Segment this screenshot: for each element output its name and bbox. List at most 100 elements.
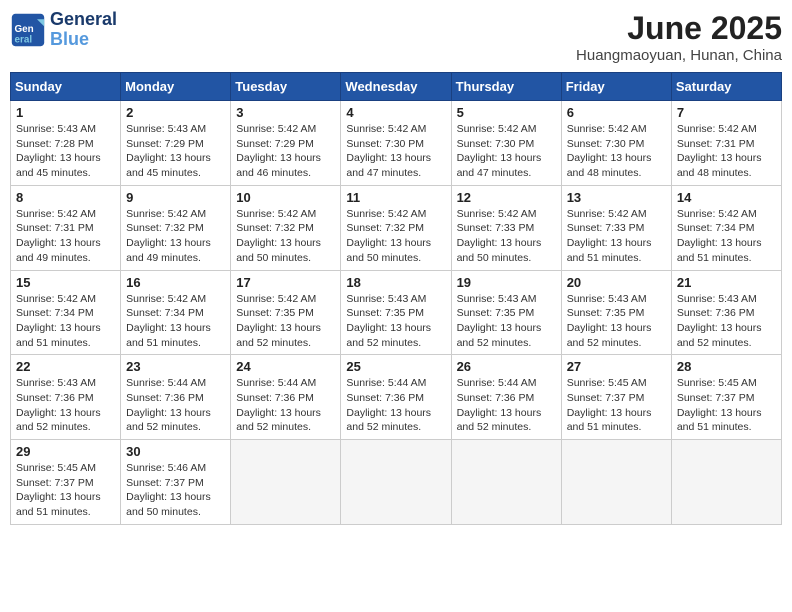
calendar-week-2: 8 Sunrise: 5:42 AM Sunset: 7:31 PM Dayli… xyxy=(11,185,782,270)
calendar-cell: 7 Sunrise: 5:42 AM Sunset: 7:31 PM Dayli… xyxy=(671,101,781,186)
day-info: Sunrise: 5:44 AM Sunset: 7:36 PM Dayligh… xyxy=(236,376,335,435)
day-number: 5 xyxy=(457,105,556,120)
calendar-cell: 18 Sunrise: 5:43 AM Sunset: 7:35 PM Dayl… xyxy=(341,270,451,355)
calendar-cell: 15 Sunrise: 5:42 AM Sunset: 7:34 PM Dayl… xyxy=(11,270,121,355)
day-info: Sunrise: 5:43 AM Sunset: 7:35 PM Dayligh… xyxy=(346,292,445,351)
day-info: Sunrise: 5:44 AM Sunset: 7:36 PM Dayligh… xyxy=(346,376,445,435)
calendar-week-1: 1 Sunrise: 5:43 AM Sunset: 7:28 PM Dayli… xyxy=(11,101,782,186)
day-number: 21 xyxy=(677,275,776,290)
page-header: Gen eral General Blue June 2025 Huangmao… xyxy=(10,10,782,64)
day-info: Sunrise: 5:42 AM Sunset: 7:33 PM Dayligh… xyxy=(567,207,666,266)
day-info: Sunrise: 5:45 AM Sunset: 7:37 PM Dayligh… xyxy=(16,461,115,520)
calendar-cell: 29 Sunrise: 5:45 AM Sunset: 7:37 PM Dayl… xyxy=(11,440,121,525)
day-info: Sunrise: 5:46 AM Sunset: 7:37 PM Dayligh… xyxy=(126,461,225,520)
weekday-header-tuesday: Tuesday xyxy=(231,73,341,101)
day-number: 14 xyxy=(677,190,776,205)
calendar-cell: 25 Sunrise: 5:44 AM Sunset: 7:36 PM Dayl… xyxy=(341,355,451,440)
day-info: Sunrise: 5:43 AM Sunset: 7:36 PM Dayligh… xyxy=(677,292,776,351)
day-info: Sunrise: 5:42 AM Sunset: 7:34 PM Dayligh… xyxy=(16,292,115,351)
day-info: Sunrise: 5:45 AM Sunset: 7:37 PM Dayligh… xyxy=(567,376,666,435)
day-info: Sunrise: 5:43 AM Sunset: 7:35 PM Dayligh… xyxy=(567,292,666,351)
day-info: Sunrise: 5:42 AM Sunset: 7:35 PM Dayligh… xyxy=(236,292,335,351)
calendar-cell: 21 Sunrise: 5:43 AM Sunset: 7:36 PM Dayl… xyxy=(671,270,781,355)
weekday-header-friday: Friday xyxy=(561,73,671,101)
day-info: Sunrise: 5:44 AM Sunset: 7:36 PM Dayligh… xyxy=(126,376,225,435)
day-number: 23 xyxy=(126,359,225,374)
calendar-cell: 26 Sunrise: 5:44 AM Sunset: 7:36 PM Dayl… xyxy=(451,355,561,440)
day-info: Sunrise: 5:42 AM Sunset: 7:30 PM Dayligh… xyxy=(346,122,445,181)
day-info: Sunrise: 5:42 AM Sunset: 7:30 PM Dayligh… xyxy=(567,122,666,181)
day-number: 2 xyxy=(126,105,225,120)
day-info: Sunrise: 5:45 AM Sunset: 7:37 PM Dayligh… xyxy=(677,376,776,435)
day-info: Sunrise: 5:42 AM Sunset: 7:32 PM Dayligh… xyxy=(346,207,445,266)
day-info: Sunrise: 5:42 AM Sunset: 7:33 PM Dayligh… xyxy=(457,207,556,266)
weekday-header-wednesday: Wednesday xyxy=(341,73,451,101)
weekday-header-monday: Monday xyxy=(121,73,231,101)
day-number: 25 xyxy=(346,359,445,374)
calendar-cell: 22 Sunrise: 5:43 AM Sunset: 7:36 PM Dayl… xyxy=(11,355,121,440)
logo-text: General Blue xyxy=(50,10,117,50)
day-number: 27 xyxy=(567,359,666,374)
day-info: Sunrise: 5:42 AM Sunset: 7:31 PM Dayligh… xyxy=(677,122,776,181)
calendar-cell: 16 Sunrise: 5:42 AM Sunset: 7:34 PM Dayl… xyxy=(121,270,231,355)
calendar-cell xyxy=(671,440,781,525)
location-title: Huangmaoyuan, Hunan, China xyxy=(576,47,782,64)
day-number: 29 xyxy=(16,444,115,459)
logo-icon: Gen eral xyxy=(10,12,46,48)
calendar-cell: 3 Sunrise: 5:42 AM Sunset: 7:29 PM Dayli… xyxy=(231,101,341,186)
day-number: 9 xyxy=(126,190,225,205)
calendar-week-4: 22 Sunrise: 5:43 AM Sunset: 7:36 PM Dayl… xyxy=(11,355,782,440)
calendar-cell: 11 Sunrise: 5:42 AM Sunset: 7:32 PM Dayl… xyxy=(341,185,451,270)
logo: Gen eral General Blue xyxy=(10,10,117,50)
day-info: Sunrise: 5:42 AM Sunset: 7:29 PM Dayligh… xyxy=(236,122,335,181)
calendar-cell: 28 Sunrise: 5:45 AM Sunset: 7:37 PM Dayl… xyxy=(671,355,781,440)
day-number: 13 xyxy=(567,190,666,205)
day-number: 28 xyxy=(677,359,776,374)
day-info: Sunrise: 5:43 AM Sunset: 7:29 PM Dayligh… xyxy=(126,122,225,181)
day-info: Sunrise: 5:42 AM Sunset: 7:31 PM Dayligh… xyxy=(16,207,115,266)
day-number: 15 xyxy=(16,275,115,290)
calendar-cell: 13 Sunrise: 5:42 AM Sunset: 7:33 PM Dayl… xyxy=(561,185,671,270)
day-number: 12 xyxy=(457,190,556,205)
day-number: 7 xyxy=(677,105,776,120)
calendar-cell: 6 Sunrise: 5:42 AM Sunset: 7:30 PM Dayli… xyxy=(561,101,671,186)
title-area: June 2025 Huangmaoyuan, Hunan, China xyxy=(576,10,782,64)
calendar-cell: 5 Sunrise: 5:42 AM Sunset: 7:30 PM Dayli… xyxy=(451,101,561,186)
day-number: 20 xyxy=(567,275,666,290)
calendar-week-5: 29 Sunrise: 5:45 AM Sunset: 7:37 PM Dayl… xyxy=(11,440,782,525)
day-number: 22 xyxy=(16,359,115,374)
day-number: 10 xyxy=(236,190,335,205)
calendar-cell xyxy=(561,440,671,525)
day-info: Sunrise: 5:42 AM Sunset: 7:34 PM Dayligh… xyxy=(126,292,225,351)
weekday-header-thursday: Thursday xyxy=(451,73,561,101)
calendar-cell xyxy=(451,440,561,525)
calendar-cell xyxy=(231,440,341,525)
calendar-cell: 23 Sunrise: 5:44 AM Sunset: 7:36 PM Dayl… xyxy=(121,355,231,440)
calendar-table: SundayMondayTuesdayWednesdayThursdayFrid… xyxy=(10,72,782,525)
day-number: 1 xyxy=(16,105,115,120)
day-info: Sunrise: 5:42 AM Sunset: 7:32 PM Dayligh… xyxy=(236,207,335,266)
weekday-header-saturday: Saturday xyxy=(671,73,781,101)
calendar-cell: 10 Sunrise: 5:42 AM Sunset: 7:32 PM Dayl… xyxy=(231,185,341,270)
calendar-cell: 14 Sunrise: 5:42 AM Sunset: 7:34 PM Dayl… xyxy=(671,185,781,270)
calendar-cell: 17 Sunrise: 5:42 AM Sunset: 7:35 PM Dayl… xyxy=(231,270,341,355)
calendar-cell: 24 Sunrise: 5:44 AM Sunset: 7:36 PM Dayl… xyxy=(231,355,341,440)
day-number: 19 xyxy=(457,275,556,290)
weekday-header-sunday: Sunday xyxy=(11,73,121,101)
day-number: 11 xyxy=(346,190,445,205)
calendar-week-3: 15 Sunrise: 5:42 AM Sunset: 7:34 PM Dayl… xyxy=(11,270,782,355)
day-number: 8 xyxy=(16,190,115,205)
calendar-cell: 1 Sunrise: 5:43 AM Sunset: 7:28 PM Dayli… xyxy=(11,101,121,186)
day-number: 30 xyxy=(126,444,225,459)
svg-text:eral: eral xyxy=(15,34,33,45)
day-number: 16 xyxy=(126,275,225,290)
calendar-cell: 2 Sunrise: 5:43 AM Sunset: 7:29 PM Dayli… xyxy=(121,101,231,186)
day-info: Sunrise: 5:43 AM Sunset: 7:36 PM Dayligh… xyxy=(16,376,115,435)
day-number: 26 xyxy=(457,359,556,374)
calendar-cell: 9 Sunrise: 5:42 AM Sunset: 7:32 PM Dayli… xyxy=(121,185,231,270)
calendar-cell: 20 Sunrise: 5:43 AM Sunset: 7:35 PM Dayl… xyxy=(561,270,671,355)
svg-text:Gen: Gen xyxy=(15,24,34,35)
calendar-cell: 19 Sunrise: 5:43 AM Sunset: 7:35 PM Dayl… xyxy=(451,270,561,355)
calendar-cell: 12 Sunrise: 5:42 AM Sunset: 7:33 PM Dayl… xyxy=(451,185,561,270)
day-number: 18 xyxy=(346,275,445,290)
